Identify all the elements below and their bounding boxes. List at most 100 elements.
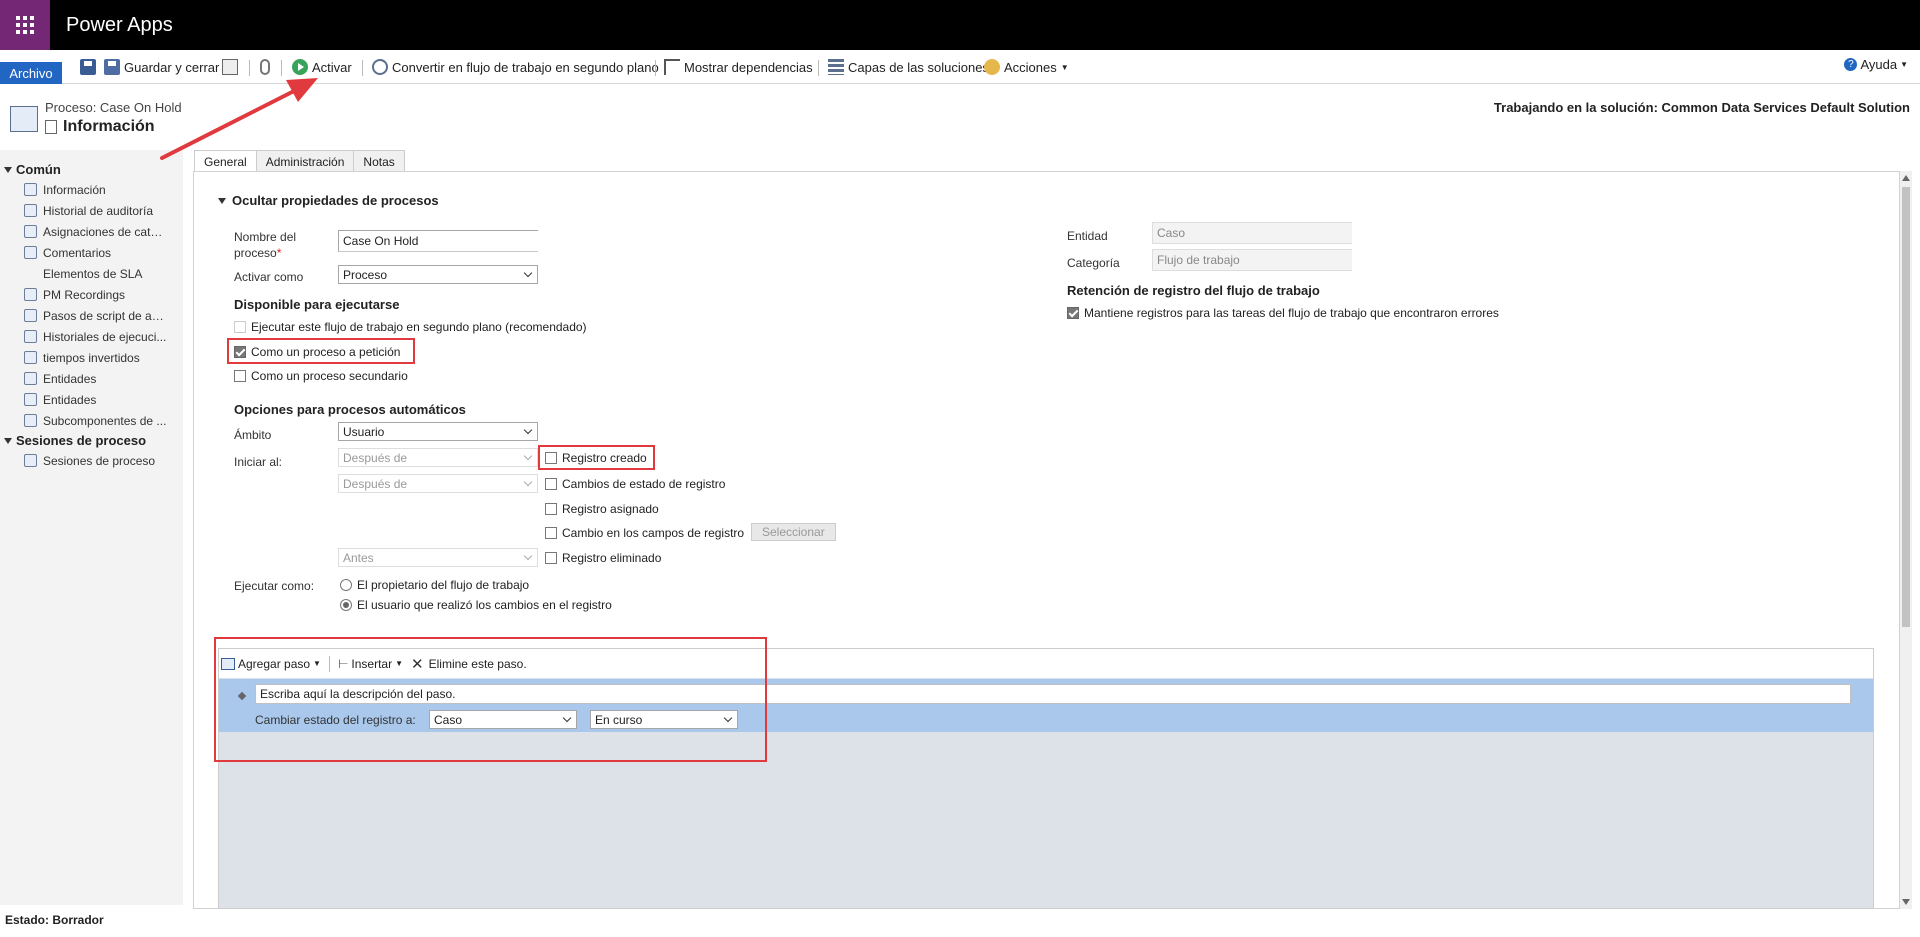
assigned-checkbox-row[interactable]: Registro asignado	[545, 502, 659, 516]
run-owner-radio[interactable]	[340, 579, 352, 591]
entity-icon	[24, 372, 37, 385]
tab-notes[interactable]: Notas	[353, 150, 405, 172]
status-bar: Estado: Borrador	[5, 913, 104, 927]
field-change-checkbox-row[interactable]: Cambio en los campos de registro	[545, 526, 744, 540]
print-button[interactable]	[222, 57, 238, 77]
scroll-thumb[interactable]	[1902, 187, 1910, 627]
sidebar-item-time-spent[interactable]: tiempos invertidos	[0, 347, 183, 368]
retention-checkbox[interactable]	[1067, 307, 1079, 319]
actions-menu-button[interactable]: Acciones ▼	[984, 57, 1069, 77]
auto-options-title: Opciones para procesos automáticos	[234, 402, 466, 417]
tab-administration[interactable]: Administración	[255, 150, 355, 172]
subcomponent-icon	[24, 414, 37, 427]
sidebar-item-execution-histories[interactable]: Historiales de ejecuci...	[0, 326, 183, 347]
sidebar-section-process-sessions[interactable]: Sesiones de proceso	[0, 431, 183, 450]
layers-icon	[828, 59, 844, 75]
select-fields-button[interactable]: Seleccionar	[751, 523, 836, 541]
attachment-icon	[260, 59, 270, 75]
run-user-radio-row[interactable]: El usuario que realizó los cambios en el…	[340, 598, 612, 612]
collapse-icon	[218, 197, 226, 204]
save-close-button[interactable]: Guardar y cerrar	[104, 57, 219, 77]
sidebar-item-catalog-assignments[interactable]: Asignaciones de catál...	[0, 221, 183, 242]
chevron-down-icon	[523, 451, 533, 461]
sidebar-item-process-sessions[interactable]: Sesiones de proceso	[0, 450, 183, 471]
actions-icon	[984, 59, 1000, 75]
solution-label: Trabajando en la solución: Common Data S…	[1493, 100, 1910, 115]
status-change-checkbox[interactable]	[545, 478, 557, 490]
ribbon-separator	[818, 60, 819, 76]
sidebar-item-pm-recordings[interactable]: PM Recordings	[0, 284, 183, 305]
deleted-checkbox-row[interactable]: Registro eliminado	[545, 551, 661, 565]
sidebar-item-information[interactable]: Información	[0, 179, 183, 200]
sidebar-item-subcomponents[interactable]: Subcomponentes de ...	[0, 410, 183, 431]
child-process-checkbox[interactable]	[234, 370, 246, 382]
dropdown-arrow-icon: ▼	[1060, 62, 1069, 72]
run-as-label: Ejecutar como:	[234, 579, 315, 593]
scroll-up-icon[interactable]	[1902, 175, 1910, 181]
record-subtitle: Proceso: Case On Hold	[45, 100, 182, 115]
process-name-input[interactable]: Case On Hold	[338, 230, 538, 252]
comments-icon	[24, 246, 37, 259]
assigned-checkbox[interactable]	[545, 503, 557, 515]
sidebar-section-common[interactable]: Común	[0, 160, 183, 179]
chevron-down-icon	[523, 268, 533, 278]
ribbon-separator	[281, 60, 282, 76]
help-button[interactable]: ? Ayuda ▼	[1844, 57, 1908, 72]
app-launcher-button[interactable]	[0, 0, 50, 50]
show-dependencies-button[interactable]: Mostrar dependencias	[664, 57, 813, 77]
tab-general[interactable]: General	[194, 150, 257, 173]
top-bar: Power Apps	[0, 0, 1920, 50]
dependencies-icon	[664, 59, 680, 75]
available-title: Disponible para ejecutarse	[234, 297, 400, 312]
command-ribbon: Archivo Guardar y cerrar Activar Convert…	[0, 50, 1920, 84]
before-select[interactable]: Antes	[338, 548, 538, 567]
attach-button[interactable]	[260, 57, 270, 77]
save-close-icon	[104, 59, 120, 75]
time-icon	[24, 351, 37, 364]
child-process-checkbox-row[interactable]: Como un proceso secundario	[234, 369, 408, 383]
start-after-select-2[interactable]: Después de	[338, 474, 538, 493]
record-title: Información	[45, 118, 155, 136]
file-button[interactable]: Archivo	[0, 62, 62, 84]
deleted-checkbox[interactable]	[545, 552, 557, 564]
scope-select[interactable]: Usuario	[338, 422, 538, 441]
content-scrollbar[interactable]	[1900, 171, 1912, 909]
entity-label: Entidad	[1067, 229, 1108, 243]
sidebar-item-sla-items[interactable]: Elementos de SLA	[0, 263, 183, 284]
audit-icon	[24, 204, 37, 217]
activate-button[interactable]: Activar	[292, 57, 352, 77]
activate-as-select[interactable]: Proceso	[338, 265, 538, 284]
run-owner-radio-row[interactable]: El propietario del flujo de trabajo	[340, 578, 529, 592]
information-icon	[24, 183, 37, 196]
solution-layers-button[interactable]: Capas de las soluciones	[828, 57, 989, 77]
process-properties-toggle[interactable]: Ocultar propiedades de procesos	[218, 193, 439, 208]
highlight-box	[214, 637, 767, 762]
run-user-radio[interactable]	[340, 599, 352, 611]
history-icon	[24, 330, 37, 343]
retention-checkbox-row[interactable]: Mantiene registros para las tareas del f…	[1067, 306, 1499, 320]
required-marker: *	[276, 246, 282, 260]
sidebar-item-audit-history[interactable]: Historial de auditoría	[0, 200, 183, 221]
blank-icon	[24, 267, 37, 280]
sidebar-item-comments[interactable]: Comentarios	[0, 242, 183, 263]
background-checkbox-row[interactable]: Ejecutar este flujo de trabajo en segund…	[234, 320, 587, 334]
background-checkbox[interactable]	[234, 321, 246, 333]
info-icon	[45, 120, 57, 134]
sidebar-item-entities[interactable]: Entidades	[0, 368, 183, 389]
process-icon	[10, 106, 38, 132]
start-after-select-1[interactable]: Después de	[338, 448, 538, 467]
status-change-checkbox-row[interactable]: Cambios de estado de registro	[545, 477, 725, 491]
save-button[interactable]	[80, 57, 96, 77]
app-title: Power Apps	[66, 13, 173, 36]
convert-background-button[interactable]: Convertir en flujo de trabajo en segundo…	[372, 57, 659, 77]
ribbon-separator	[362, 60, 363, 76]
field-change-checkbox[interactable]	[545, 527, 557, 539]
dropdown-arrow-icon: ▼	[1900, 60, 1908, 69]
category-field: Flujo de trabajo	[1152, 249, 1352, 271]
sidebar-item-entities-2[interactable]: Entidades	[0, 389, 183, 410]
session-icon	[24, 454, 37, 467]
category-label: Categoría	[1067, 256, 1120, 270]
sidebar-item-agent-script-steps[interactable]: Pasos de script de ag...	[0, 305, 183, 326]
recording-icon	[24, 288, 37, 301]
scroll-down-icon[interactable]	[1902, 899, 1910, 905]
